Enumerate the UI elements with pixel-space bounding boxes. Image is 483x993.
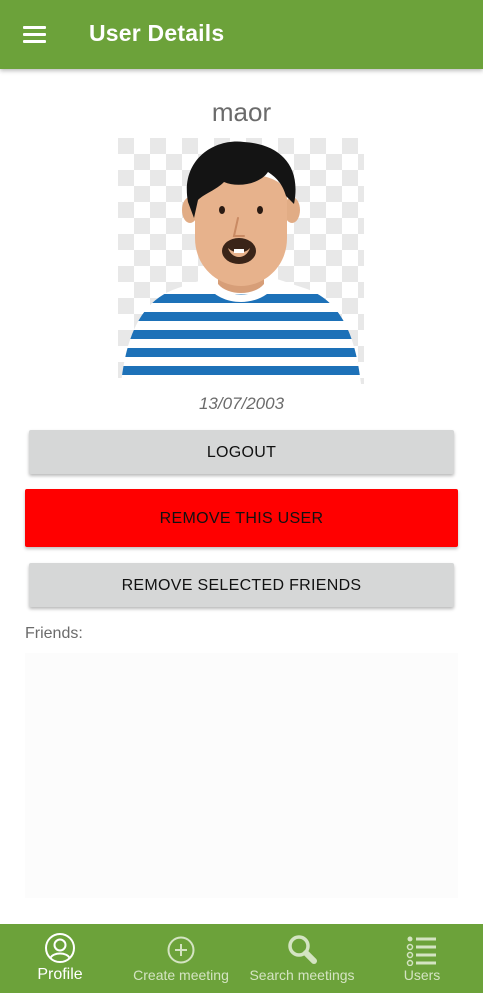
- nav-item-users[interactable]: Users: [362, 924, 482, 993]
- friends-list[interactable]: [25, 653, 458, 898]
- search-icon: [288, 935, 317, 964]
- birth-date: 13/07/2003: [198, 394, 285, 413]
- friends-label: Friends:: [25, 625, 83, 642]
- nav-label: Search meetings: [249, 967, 355, 983]
- logout-button[interactable]: LOGOUT: [29, 430, 454, 474]
- bottom-navigation: Profile Create meeting Search meetings U…: [0, 924, 483, 993]
- nav-item-profile[interactable]: Profile: [0, 924, 120, 993]
- nav-item-search-meetings[interactable]: Search meetings: [242, 924, 362, 993]
- hamburger-menu-icon[interactable]: [14, 14, 54, 54]
- app-bar: User Details: [0, 0, 483, 69]
- nav-item-create-meeting[interactable]: Create meeting: [121, 924, 241, 993]
- page-title: User Details: [89, 20, 225, 46]
- remove-user-button[interactable]: REMOVE THIS USER: [25, 489, 458, 547]
- user-avatar-illustration: [118, 138, 364, 384]
- nav-label: Create meeting: [133, 967, 229, 983]
- remove-selected-friends-button[interactable]: REMOVE SELECTED FRIENDS: [29, 563, 454, 607]
- add-circle-icon: [167, 936, 195, 964]
- nav-label: Users: [403, 967, 441, 983]
- avatar: [118, 138, 364, 384]
- profile-icon: [45, 933, 75, 963]
- username: maor: [211, 97, 272, 127]
- users-list-icon: [406, 936, 436, 966]
- nav-label: Profile: [37, 966, 83, 983]
